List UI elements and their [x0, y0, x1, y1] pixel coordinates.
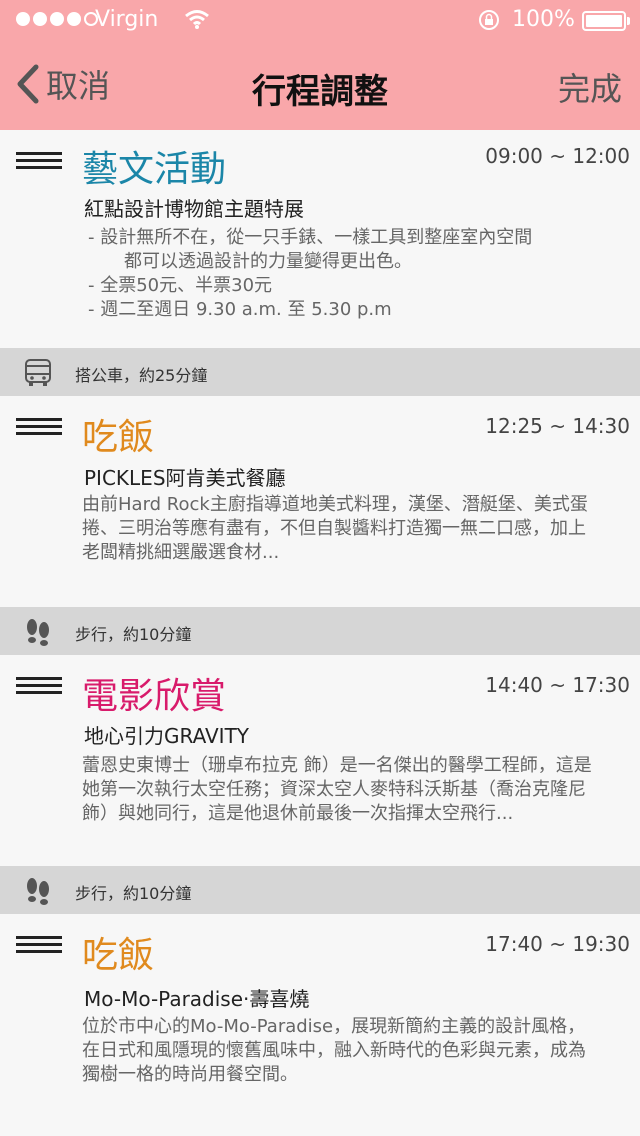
- time-range: 09:00 ~ 12:00: [485, 144, 630, 168]
- battery-icon: [582, 11, 626, 31]
- transit-row: 步行，約10分鐘: [0, 866, 640, 914]
- bus-icon: [25, 359, 51, 386]
- time-range: 14:40 ~ 17:30: [485, 673, 630, 697]
- rotation-lock-icon: [479, 10, 499, 30]
- place-name: 地心引力GRAVITY: [84, 724, 249, 748]
- page-title: 行程調整: [252, 72, 388, 112]
- description-line: 都可以透過設計的力量變得更出色。: [124, 251, 412, 272]
- drag-handle-icon[interactable]: [16, 677, 62, 695]
- description-line: - 週二至週日 9.30 a.m. 至 5.30 p.m: [88, 299, 392, 320]
- place-name: Mo-Mo-Paradise·壽喜燒: [84, 987, 310, 1011]
- done-button[interactable]: 完成: [558, 64, 622, 110]
- description: 蕾恩史東博士（珊卓布拉克 飾）是一名傑出的醫學工程師，這是她第一次執行太空任務；…: [82, 755, 592, 824]
- schedule-item-card[interactable]: 吃飯 17:40 ~ 19:30 Mo-Mo-Paradise·壽喜燒 位於市中…: [0, 914, 640, 1136]
- time-range: 12:25 ~ 14:30: [485, 414, 630, 438]
- schedule-item-card[interactable]: 吃飯 12:25 ~ 14:30 PICKLES阿肯美式餐廳 由前Hard Ro…: [0, 396, 640, 606]
- category-title: 吃飯: [82, 935, 155, 976]
- description: 位於市中心的Mo-Mo-Paradise，展現新簡約主義的設計風格，在日式和風隱…: [82, 1016, 586, 1085]
- schedule-item-card[interactable]: 電影欣賞 14:40 ~ 17:30 地心引力GRAVITY 蕾恩史東博士（珊卓…: [0, 655, 640, 866]
- schedule-item-card[interactable]: 藝文活動 09:00 ~ 12:00 紅點設計博物館主題特展 - 設計無所不在，…: [0, 130, 640, 348]
- category-title: 吃飯: [82, 417, 155, 458]
- footsteps-icon: [27, 878, 49, 905]
- transit-row: 搭公車，約25分鐘: [0, 348, 640, 396]
- drag-handle-icon[interactable]: [16, 152, 62, 170]
- description: 由前Hard Rock主廚指導道地美式料理，漢堡、潛艇堡、美式蛋捲、三明治等應有…: [82, 494, 588, 563]
- battery-percentage: 100%: [512, 7, 575, 32]
- navigation-header: Virgin 100% 取消 行程調整 完成: [0, 0, 640, 130]
- transit-text: 步行，約10分鐘: [75, 625, 192, 644]
- place-name: PICKLES阿肯美式餐廳: [84, 466, 286, 490]
- time-range: 17:40 ~ 19:30: [485, 932, 630, 956]
- description-line: - 設計無所不在，從一只手錶、一樣工具到整座室內空間: [88, 227, 533, 248]
- status-bar: Virgin 100%: [0, 0, 640, 40]
- signal-strength-icon: [16, 12, 98, 26]
- place-name: 紅點設計博物館主題特展: [84, 197, 304, 221]
- description-line: - 全票50元、半票30元: [88, 275, 273, 296]
- battery-tip: [627, 17, 630, 25]
- wifi-icon: [185, 10, 209, 29]
- category-title: 藝文活動: [82, 149, 227, 190]
- description-list: - 設計無所不在，從一只手錶、一樣工具到整座室內空間 都可以透過設計的力量變得更…: [88, 226, 608, 322]
- drag-handle-icon[interactable]: [16, 936, 62, 954]
- carrier-name: Virgin: [95, 7, 159, 32]
- footsteps-icon: [27, 619, 49, 646]
- drag-handle-icon[interactable]: [16, 418, 62, 436]
- transit-text: 步行，約10分鐘: [75, 884, 192, 903]
- transit-text: 搭公車，約25分鐘: [75, 366, 208, 385]
- category-title: 電影欣賞: [82, 676, 227, 717]
- transit-row: 步行，約10分鐘: [0, 607, 640, 655]
